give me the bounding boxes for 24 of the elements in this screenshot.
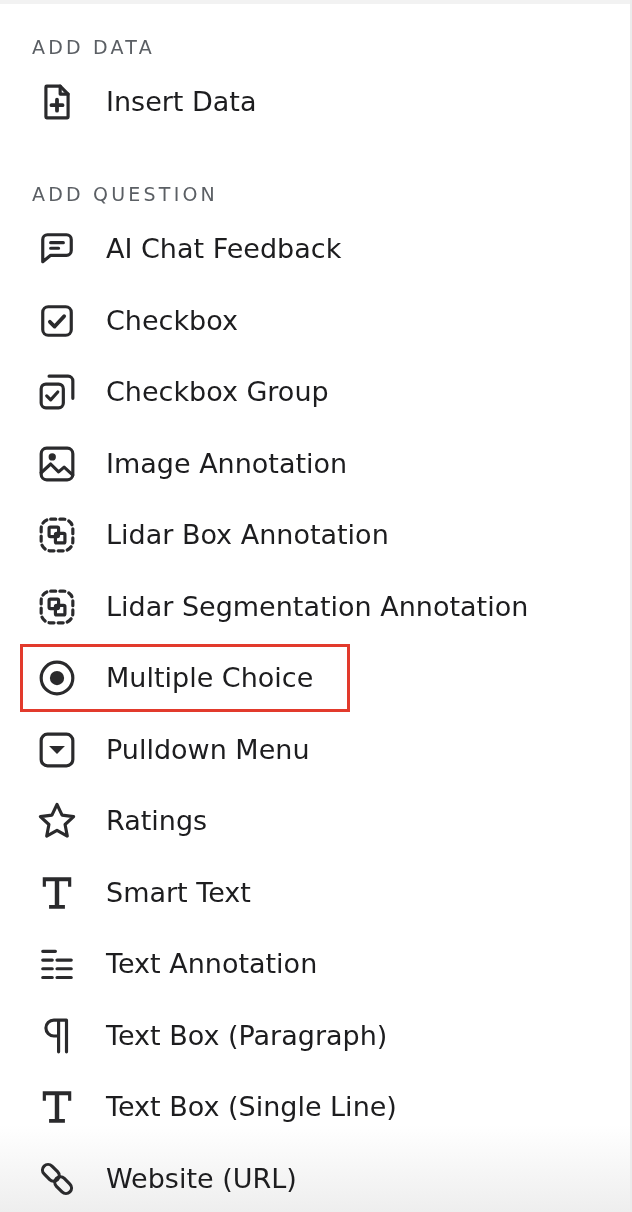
menu-item[interactable]: AI Chat Feedback — [20, 215, 379, 283]
menu-item[interactable]: Image Annotation — [20, 429, 385, 498]
menu-item[interactable]: Checkbox Group — [20, 358, 366, 426]
menu-item[interactable]: Website (URL) — [20, 1144, 334, 1212]
menu-item[interactable]: Ratings — [20, 787, 245, 855]
menu-item[interactable]: Insert Data — [20, 68, 294, 136]
image-icon — [38, 444, 76, 483]
menu-item[interactable]: Lidar Segmentation Annotation — [20, 572, 566, 641]
menu-item[interactable]: Checkbox — [20, 286, 275, 355]
dashed-frame-icon — [38, 587, 76, 626]
radio-button-icon — [38, 659, 76, 697]
menu-item[interactable]: Text Annotation — [20, 930, 355, 998]
section-heading: ADD QUESTION — [32, 184, 218, 204]
dropdown-icon — [38, 730, 76, 769]
menu-item[interactable]: Lidar Box Annotation — [20, 501, 426, 569]
menu-item[interactable]: Smart Text — [20, 858, 288, 927]
menu-item[interactable]: Text Box (Single Line) — [20, 1073, 434, 1141]
menu-item[interactable]: Text Box (Paragraph) — [20, 1001, 425, 1070]
menu-item[interactable]: Multiple Choice — [20, 644, 351, 712]
section-heading: ADD DATA — [32, 37, 155, 57]
menu-item[interactable]: Pulldown Menu — [20, 715, 347, 784]
stacked-checkbox-icon — [38, 373, 76, 411]
dashed-frame-icon — [38, 516, 76, 554]
star-icon — [38, 802, 76, 840]
